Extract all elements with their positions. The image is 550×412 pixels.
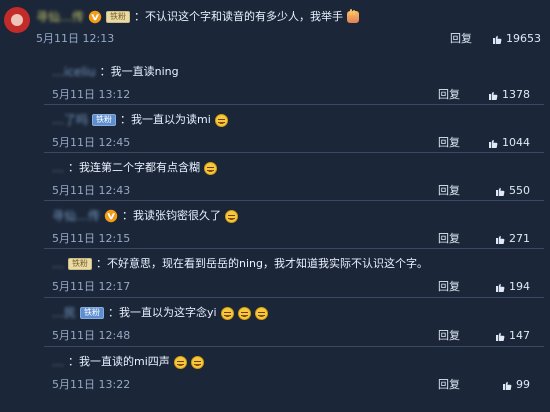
reply-item: … 铁粉 ：不好意思，现在看到岳岳的ning，我才知道我实际不认识这个字。 5月… (44, 250, 544, 298)
top-comment-line: 寻仙…传 铁粉 ：不认识这个字和读音的有多少人，我举手 (36, 9, 360, 24)
reply-meta: 5月11日 12:15 回复 271 (52, 231, 544, 247)
reply-date: 5月11日 12:45 (52, 136, 131, 149)
like-button[interactable]: 1378 (487, 87, 530, 103)
reply-line: 寻仙…传 ：我读张钧密很久了 (52, 209, 239, 223)
vip-badge-icon (88, 10, 102, 24)
reply-text: ：我一直读ning (99, 65, 179, 78)
reply-line: … ：我连第二个字都有点含糊 (52, 161, 217, 175)
reply-date: 5月11日 12:43 (52, 184, 131, 197)
reply-text: ：我读张钧密很久了 (122, 209, 222, 222)
thumbs-up-icon (496, 187, 505, 196)
reply-text: ：不好意思，现在看到岳岳的ning，我才知道我实际不认识这个字。 (96, 257, 428, 270)
laughing-tears-emoji-icon (254, 306, 268, 320)
laughing-tears-emoji-icon (190, 355, 204, 369)
laughing-tears-emoji-icon (220, 306, 234, 320)
reply-meta: 5月11日 12:48 回复 147 (52, 328, 544, 344)
thumbs-up-icon (489, 139, 498, 148)
top-comment: 寻仙…传 铁粉 ：不认识这个字和读音的有多少人，我举手 5月11日 12:13 … (0, 0, 550, 50)
laughing-tears-emoji-icon (225, 209, 239, 223)
reply-username[interactable]: …iceliu (52, 65, 96, 79)
reply-text: ：我连第二个字都有点含糊 (68, 161, 200, 174)
reply-line: …了吗 铁粉 ：我一直以为读mi (52, 113, 228, 127)
like-button[interactable]: 550 (494, 183, 530, 199)
thumbs-up-icon (503, 381, 512, 390)
thumbs-up-icon (496, 235, 505, 244)
reply-item: …iceliu ：我一直读ning 5月11日 13:12 回复 1378 (44, 58, 544, 106)
top-comment-text: ：不认识这个字和读音的有多少人，我举手 (134, 10, 344, 23)
like-button[interactable]: 147 (494, 328, 530, 344)
reply-item: … ：我一直读的mi四声 5月11日 13:22 回复 99 (44, 348, 544, 396)
reply-date: 5月11日 13:22 (52, 378, 131, 391)
like-count: 19653 (506, 32, 541, 45)
fan-badge: 铁粉 (92, 114, 117, 126)
reply-item: … ：我连第二个字都有点含糊 5月11日 12:43 回复 550 (44, 154, 544, 202)
reply-button[interactable]: 回复 (438, 183, 460, 199)
thumbs-up-icon (496, 283, 505, 292)
reply-meta: 5月11日 12:45 回复 1044 (52, 135, 544, 151)
reply-meta: 5月11日 13:22 回复 99 (52, 377, 544, 393)
reply-line: …iceliu ：我一直读ning (52, 65, 179, 79)
reply-button[interactable]: 回复 (438, 87, 460, 103)
reply-date: 5月11日 13:12 (52, 88, 131, 101)
laughing-tears-emoji-icon (173, 355, 187, 369)
top-comment-meta: 5月11日 12:13 回复 19653 (36, 31, 546, 47)
reply-username[interactable]: …了吗 (52, 113, 88, 127)
reply-text: ：我一直读的mi四声 (68, 355, 170, 368)
like-button[interactable]: 99 (501, 377, 530, 393)
like-count: 194 (509, 280, 530, 293)
reply-button[interactable]: 回复 (450, 31, 472, 47)
reply-username[interactable]: … (52, 355, 64, 369)
avatar[interactable] (4, 7, 30, 33)
weibo-comment-thread: 寻仙…传 铁粉 ：不认识这个字和读音的有多少人，我举手 5月11日 12:13 … (0, 0, 550, 412)
like-count: 99 (516, 378, 530, 391)
reply-button[interactable]: 回复 (438, 377, 460, 393)
like-button[interactable]: 19653 (491, 31, 541, 47)
fan-badge: 铁粉 (68, 258, 92, 270)
reply-date: 5月11日 12:15 (52, 232, 131, 245)
like-count: 550 (509, 184, 530, 197)
thumbs-up-icon (489, 91, 498, 100)
reply-username[interactable]: 寻仙…传 (52, 209, 100, 223)
vip-badge-icon (104, 209, 118, 223)
reply-item: …民 铁粉 ：我一直以为这字念yi 5月11日 12:48 回复 147 (44, 299, 544, 347)
reply-item: 寻仙…传 ：我读张钧密很久了 5月11日 12:15 回复 271 (44, 202, 544, 250)
reply-line: … 铁粉 ：不好意思，现在看到岳岳的ning，我才知道我实际不认识这个字。 (52, 257, 428, 271)
thumbs-up-icon (493, 35, 502, 44)
like-button[interactable]: 194 (494, 279, 530, 295)
comment-date: 5月11日 12:13 (36, 32, 115, 45)
reply-item: …了吗 铁粉 ：我一直以为读mi 5月11日 12:45 回复 1044 (44, 106, 544, 154)
like-count: 1044 (502, 136, 530, 149)
top-comment-username[interactable]: 寻仙…传 (36, 10, 84, 24)
reply-date: 5月11日 12:17 (52, 280, 131, 293)
reply-meta: 5月11日 12:43 回复 550 (52, 183, 544, 199)
reply-button[interactable]: 回复 (438, 135, 460, 151)
reply-username[interactable]: … (52, 161, 64, 175)
laughing-tears-emoji-icon (214, 113, 228, 127)
reply-username[interactable]: …民 (52, 306, 76, 320)
like-count: 147 (509, 329, 530, 342)
raised-hand-emoji-icon (347, 9, 360, 23)
reply-button[interactable]: 回复 (438, 231, 460, 247)
like-count: 1378 (502, 88, 530, 101)
like-count: 271 (509, 232, 530, 245)
fan-badge: 铁粉 (106, 11, 131, 23)
reply-date: 5月11日 12:48 (52, 329, 131, 342)
reply-button[interactable]: 回复 (438, 279, 460, 295)
reply-username[interactable]: … (52, 257, 64, 271)
laughing-tears-emoji-icon (204, 161, 217, 175)
reply-line: …民 铁粉 ：我一直以为这字念yi (52, 306, 268, 320)
reply-meta: 5月11日 13:12 回复 1378 (52, 87, 544, 103)
like-button[interactable]: 1044 (487, 135, 530, 151)
thumbs-up-icon (496, 332, 505, 341)
reply-text: ：我一直以为这字念yi (108, 306, 217, 319)
reply-line: … ：我一直读的mi四声 (52, 355, 204, 369)
like-button[interactable]: 271 (494, 231, 530, 247)
reply-meta: 5月11日 12:17 回复 194 (52, 279, 544, 295)
reply-text: ：我一直以为读mi (120, 113, 211, 126)
fan-badge: 铁粉 (80, 307, 105, 319)
laughing-tears-emoji-icon (237, 306, 251, 320)
reply-button[interactable]: 回复 (438, 328, 460, 344)
